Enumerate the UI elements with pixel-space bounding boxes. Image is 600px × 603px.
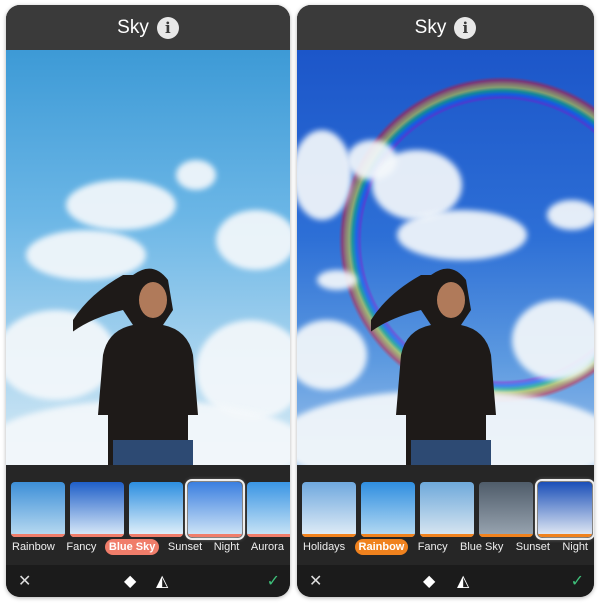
sky-thumb[interactable] (129, 482, 183, 537)
eraser-icon[interactable]: ◆ (124, 571, 136, 591)
sky-picker: Rainbow Fancy Blue Sky Sunset Night Auro… (6, 465, 290, 565)
title: Sky (117, 16, 149, 38)
sky-thumb[interactable] (302, 482, 356, 537)
header: Sky i (6, 5, 290, 50)
sky-thumb[interactable] (420, 482, 474, 537)
sky-label[interactable]: Night (559, 539, 591, 555)
check-icon[interactable]: ✓ (267, 571, 280, 591)
photo-preview (6, 50, 290, 465)
sky-label[interactable]: Fancy (415, 539, 451, 555)
sky-label[interactable]: Sunset (513, 539, 553, 555)
title: Sky (414, 16, 447, 38)
info-icon[interactable]: i (156, 16, 179, 39)
header: Sky i (297, 5, 594, 50)
eraser-icon[interactable]: ◆ (423, 571, 435, 591)
sky-thumb-selected[interactable] (185, 479, 245, 540)
sky-label-active[interactable]: Rainbow (354, 539, 409, 555)
toolbar: ✕ ◆ ◭ ✓ (297, 565, 594, 597)
sky-label-active[interactable]: Blue Sky (104, 539, 160, 555)
mirror-icon[interactable]: ◭ (156, 571, 168, 591)
sky-thumb[interactable] (247, 482, 290, 537)
sky-picker: Holidays Rainbow Fancy Blue Sky Sunset N… (297, 465, 594, 565)
person-image (73, 268, 198, 465)
close-icon[interactable]: ✕ (18, 571, 31, 591)
sky-label[interactable]: Night (211, 539, 243, 555)
sky-label[interactable]: Rainbow (9, 539, 58, 555)
sky-thumb[interactable] (479, 482, 533, 537)
mirror-icon[interactable]: ◭ (457, 571, 469, 591)
sky-thumb[interactable] (361, 482, 415, 537)
sky-label[interactable]: Fancy (63, 539, 99, 555)
sky-thumb-selected[interactable] (535, 479, 594, 540)
check-icon[interactable]: ✓ (571, 571, 584, 591)
photo-preview (297, 50, 594, 465)
sky-label[interactable]: Sunset (165, 539, 205, 555)
toolbar: ✕ ◆ ◭ ✓ (6, 565, 290, 597)
person-image (370, 268, 496, 465)
sky-thumb[interactable] (70, 482, 124, 537)
sky-thumb[interactable] (11, 482, 65, 537)
info-icon[interactable]: i (454, 16, 477, 39)
sky-label[interactable]: Holidays (300, 539, 348, 555)
sky-label[interactable]: Blue Sky (457, 539, 506, 555)
close-icon[interactable]: ✕ (309, 571, 322, 591)
sky-label[interactable]: Aurora (248, 539, 287, 555)
phone-after: Sky i Holidays Rainbow Fancy Blue Sky Su… (297, 5, 594, 597)
phone-before: Sky i Rainbow Fancy Blue Sky Sunset Nigh… (6, 5, 290, 597)
